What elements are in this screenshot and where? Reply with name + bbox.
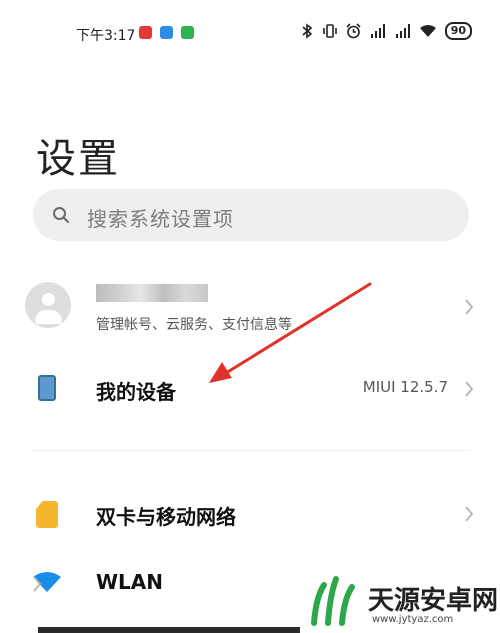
account-subtitle: 管理帐号、云服务、支付信息等: [96, 317, 292, 333]
wifi-icon: [419, 24, 436, 38]
account-name-redacted: [96, 284, 208, 302]
watermark-url: www.jytyaz.com: [372, 614, 454, 625]
signal-icon: [370, 24, 386, 38]
vibrate-icon: [322, 23, 337, 39]
alarm-icon: [346, 23, 361, 39]
app-badge-red-icon: [139, 26, 152, 39]
watermark-logo-icon: [311, 576, 355, 626]
chevron-right-icon: [465, 506, 474, 522]
chevron-right-icon: [33, 576, 42, 592]
next-item-peek: [38, 627, 300, 633]
search-input[interactable]: 搜索系统设置项: [33, 189, 469, 241]
avatar-icon: [25, 282, 71, 328]
wlan-label: WLAN: [96, 570, 164, 594]
signal-icon: [395, 24, 411, 38]
chevron-right-icon: [465, 381, 474, 397]
my-device-label: 我的设备: [96, 380, 176, 404]
page-title: 设置: [36, 136, 120, 182]
bluetooth-icon: [300, 23, 314, 39]
status-bar: 下午3:17 90: [0, 0, 500, 60]
watermark-text: 天源安卓网: [368, 586, 499, 616]
status-time: 下午3:17: [76, 28, 136, 44]
battery-icon: 90: [444, 22, 472, 40]
sim-card-icon: [36, 501, 58, 528]
wechat-badge-icon: [181, 26, 194, 39]
search-placeholder: 搜索系统设置项: [87, 207, 234, 231]
miui-version: MIUI 12.5.7: [362, 378, 448, 396]
section-divider: [30, 450, 470, 451]
sim-network-label: 双卡与移动网络: [96, 505, 236, 529]
app-badge-blue-icon: [160, 26, 173, 39]
search-icon: [53, 207, 69, 223]
status-icons: 90: [300, 22, 472, 40]
sim-network-row[interactable]: 双卡与移动网络: [0, 492, 500, 542]
phone-icon: [38, 375, 56, 401]
account-row[interactable]: 管理帐号、云服务、支付信息等: [0, 272, 500, 346]
chevron-right-icon: [465, 299, 474, 315]
my-device-row[interactable]: 我的设备 MIUI 12.5.7: [0, 364, 500, 414]
